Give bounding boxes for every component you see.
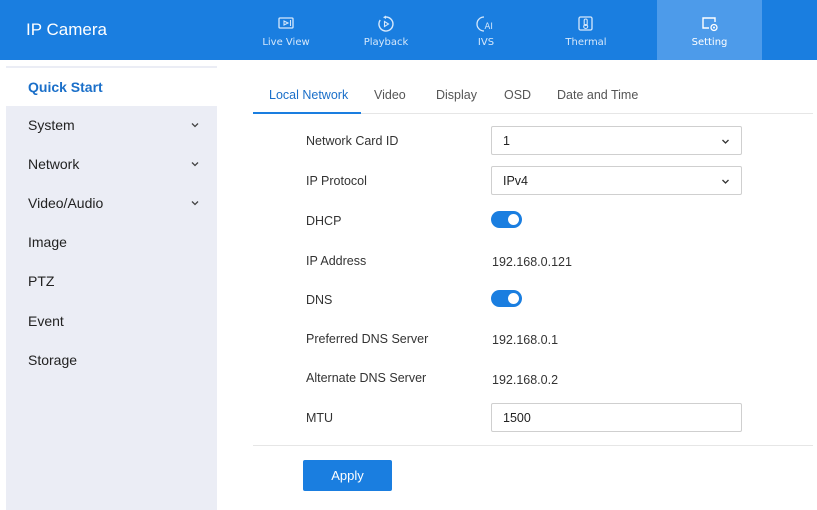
sidebar-item-label: Video/Audio	[28, 195, 104, 211]
nav-label: Live View	[262, 36, 310, 48]
nav-label: Playback	[363, 36, 409, 48]
apply-button[interactable]: Apply	[303, 460, 392, 491]
preferred-dns-value: 192.168.0.1	[492, 333, 559, 347]
sidebar-item-storage[interactable]: Storage	[6, 341, 217, 379]
alternate-dns-label: Alternate DNS Server	[306, 371, 427, 385]
sidebar-item-label: Network	[28, 156, 80, 172]
sidebar-item-label: Image	[28, 234, 67, 250]
sidebar-item-label: PTZ	[28, 273, 55, 289]
nav-label: IVS	[477, 36, 495, 48]
app-title: IP Camera	[26, 20, 107, 39]
ip-address-value: 192.168.0.121	[492, 255, 572, 269]
sidebar-item-video-audio[interactable]: Video/Audio	[6, 184, 217, 222]
ip-protocol-value: IPv4	[503, 173, 529, 188]
nav-playback[interactable]: Playback	[341, 0, 431, 60]
ip-protocol-label: IP Protocol	[306, 174, 367, 188]
tab-local-network[interactable]: Local Network	[269, 88, 348, 102]
active-tab-indicator	[253, 112, 361, 114]
tab-bar: Local Network Video Display OSD Date and…	[253, 80, 813, 114]
nav-thermal[interactable]: Thermal	[541, 0, 631, 60]
top-bar: IP Camera Live View Playback AI IVS Ther…	[0, 0, 817, 60]
tab-date-and-time[interactable]: Date and Time	[557, 88, 638, 102]
mtu-label: MTU	[306, 411, 334, 425]
nav-ivs[interactable]: AI IVS	[441, 0, 531, 60]
toggle-knob	[508, 293, 519, 304]
ivs-ai-icon: AI	[475, 13, 497, 35]
sidebar-item-label: Storage	[28, 352, 78, 368]
nav-label: Thermal	[565, 36, 607, 48]
setting-icon	[699, 13, 721, 35]
nav-live-view[interactable]: Live View	[241, 0, 331, 60]
ip-protocol-select[interactable]: IPv4	[491, 166, 742, 195]
toggle-knob	[508, 214, 519, 225]
form-divider	[253, 445, 813, 446]
preferred-dns-label: Preferred DNS Server	[306, 332, 429, 346]
network-card-id-label: Network Card ID	[306, 134, 399, 148]
chevron-down-icon	[191, 162, 199, 167]
sidebar-item-label: Quick Start	[28, 79, 103, 95]
mtu-input[interactable]	[491, 403, 742, 432]
dhcp-label: DHCP	[306, 214, 342, 228]
tab-video[interactable]: Video	[374, 88, 406, 102]
alternate-dns-value: 192.168.0.2	[492, 373, 559, 387]
svg-text:AI: AI	[485, 22, 493, 32]
sidebar-item-network[interactable]: Network	[6, 145, 217, 183]
live-view-icon	[275, 13, 297, 35]
chevron-down-icon	[191, 123, 199, 128]
tab-display[interactable]: Display	[436, 88, 477, 102]
dhcp-toggle[interactable]	[491, 211, 522, 228]
sidebar-item-system[interactable]: System	[6, 106, 217, 144]
chevron-down-icon	[722, 139, 729, 144]
sidebar-item-event[interactable]: Event	[6, 302, 217, 340]
network-card-id-value: 1	[503, 133, 510, 148]
sidebar-item-label: System	[28, 117, 75, 133]
sidebar-item-label: Event	[28, 313, 64, 329]
sidebar: Quick Start System Network Video/Audio I…	[6, 66, 217, 510]
sidebar-item-image[interactable]: Image	[6, 223, 217, 261]
chevron-down-icon	[722, 179, 729, 184]
sidebar-item-quick-start[interactable]: Quick Start	[6, 68, 217, 106]
sidebar-item-ptz[interactable]: PTZ	[6, 262, 217, 300]
tab-osd[interactable]: OSD	[504, 88, 531, 102]
chevron-down-icon	[191, 201, 199, 206]
dns-label: DNS	[306, 293, 333, 307]
playback-icon	[375, 13, 397, 35]
nav-label: Setting	[691, 36, 728, 48]
network-card-id-select[interactable]: 1	[491, 126, 742, 155]
ip-address-label: IP Address	[306, 254, 367, 268]
dns-toggle[interactable]	[491, 290, 522, 307]
thermal-icon	[575, 13, 597, 35]
nav-setting[interactable]: Setting	[657, 0, 762, 60]
